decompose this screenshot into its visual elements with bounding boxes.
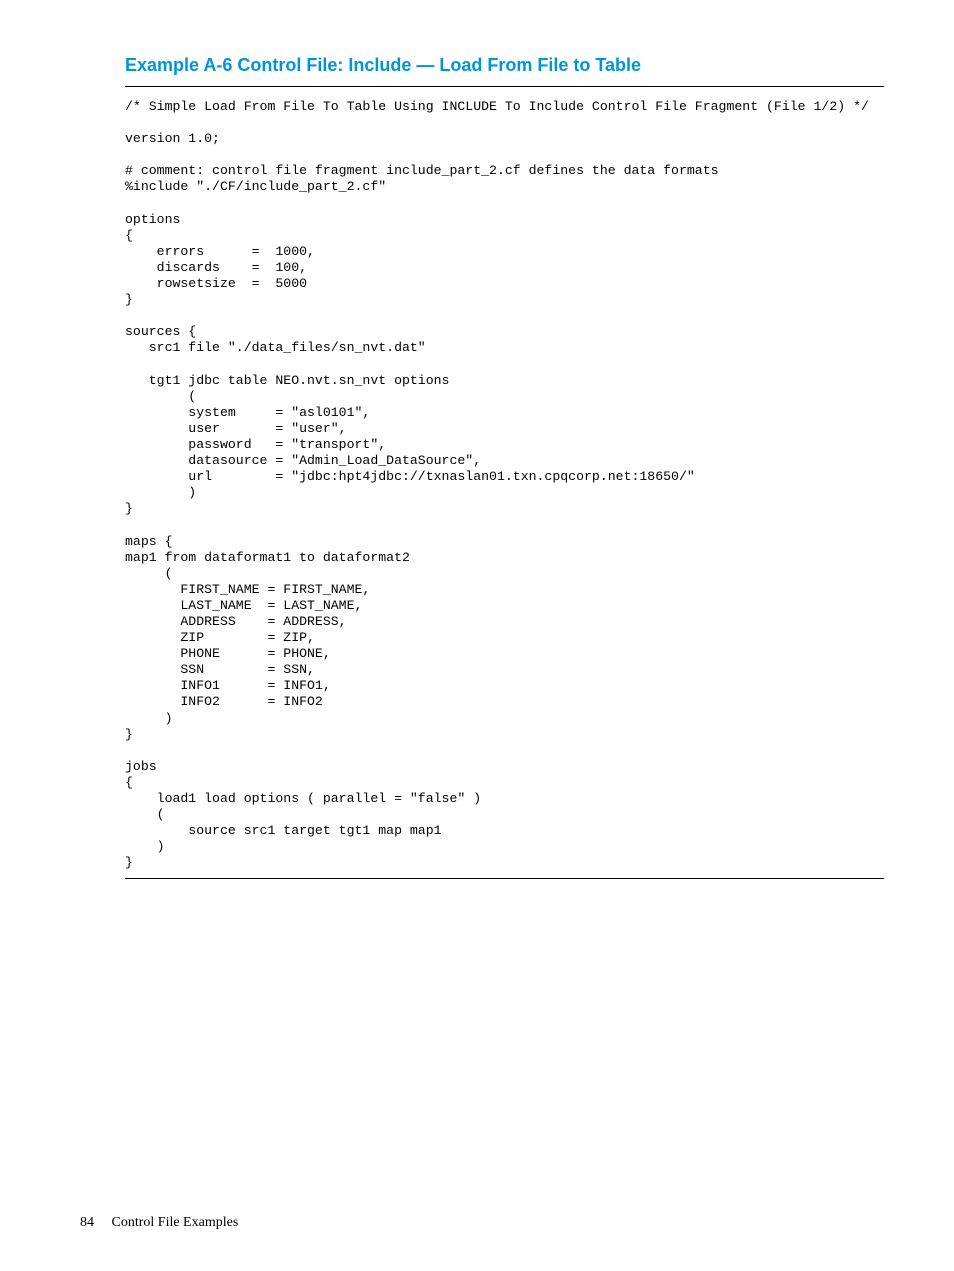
code-listing: /* Simple Load From File To Table Using … [125,99,884,872]
divider-bottom [125,878,884,879]
divider-top [125,86,884,87]
example-title: Example A-6 Control File: Include — Load… [125,55,884,76]
page-footer: 84 Control File Examples [80,1215,238,1231]
section-name: Control File Examples [112,1215,239,1230]
page-container: Example A-6 Control File: Include — Load… [0,0,954,1271]
page-number: 84 [80,1215,94,1230]
